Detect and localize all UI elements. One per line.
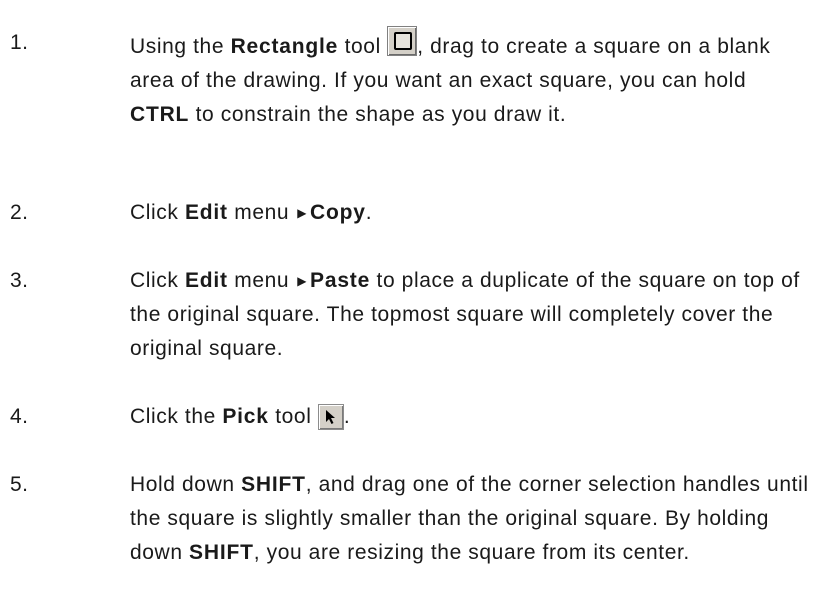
- rectangle-tool-icon: [387, 26, 418, 56]
- copy-command: Copy: [310, 201, 366, 224]
- shift-key: SHIFT: [189, 541, 254, 564]
- step-text: Click Edit menu ▶ Copy.: [130, 196, 810, 230]
- step-text: Hold down SHIFT, and drag one of the cor…: [130, 473, 809, 564]
- pick-tool-name: Pick: [222, 405, 269, 428]
- edit-menu-name: Edit: [184, 269, 228, 292]
- step-text: Click the Pick tool .: [130, 404, 351, 430]
- rectangle-tool-name: Rectangle: [230, 35, 339, 58]
- step-text: Click Edit menu ▶ Paste to place a duplica…: [130, 264, 810, 366]
- step-number: 5.: [10, 473, 29, 496]
- edit-menu-name: Edit: [184, 201, 228, 224]
- pick-tool-icon: [317, 404, 344, 430]
- menu-arrow-icon: ▶: [297, 274, 308, 288]
- shift-key: SHIFT: [241, 473, 306, 496]
- step-text: Using the Rectangle tool , drag to creat…: [130, 26, 810, 132]
- ctrl-key: CTRL: [130, 103, 190, 126]
- step-number: 1.: [10, 31, 29, 54]
- menu-arrow-icon: ▶: [297, 206, 308, 220]
- paste-command: Paste: [310, 269, 371, 292]
- step-number: 3.: [10, 269, 29, 292]
- step-number: 2.: [10, 201, 29, 224]
- step-number: 4.: [10, 405, 29, 428]
